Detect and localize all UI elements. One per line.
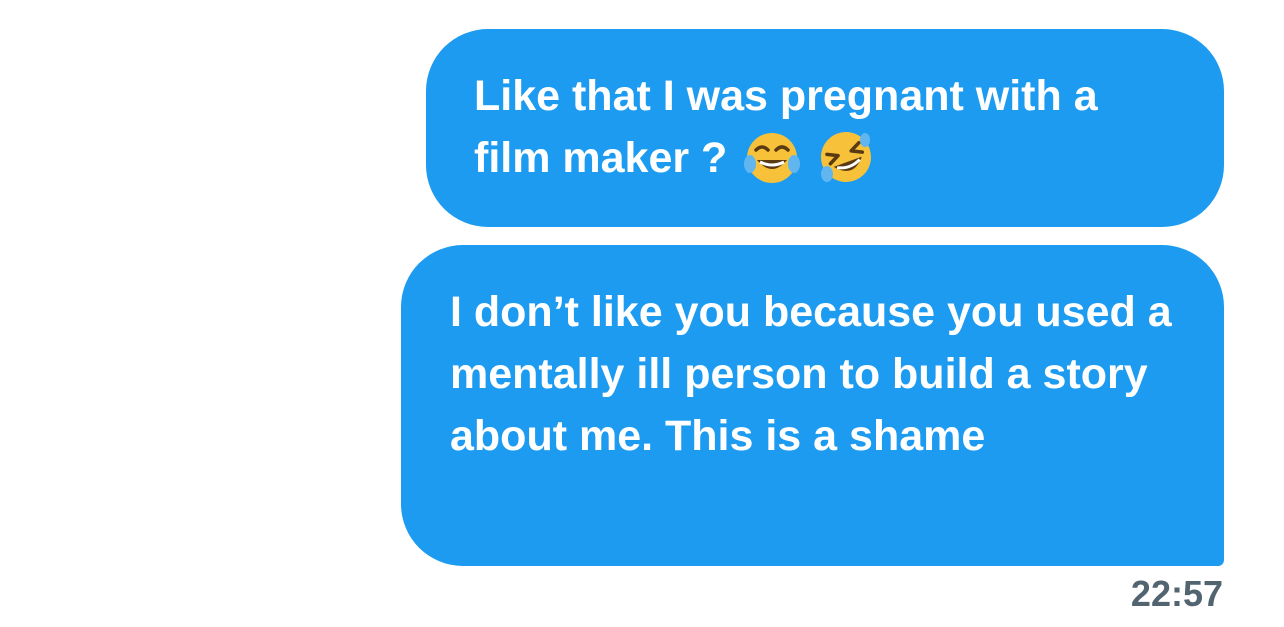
message-thread: Like that I was pregnant with a film mak… [0,0,1284,627]
message-timestamp: 22:57 [1130,573,1223,614]
message-text: I don’t like you because you used a ment… [450,288,1172,460]
message-bubble[interactable]: Like that I was pregnant with a film mak… [426,29,1224,227]
message-bubble[interactable]: I don’t like you because you used a ment… [401,245,1224,566]
rolling-on-the-floor-laughing-icon [817,128,875,186]
face-with-tears-of-joy-icon [743,128,801,186]
